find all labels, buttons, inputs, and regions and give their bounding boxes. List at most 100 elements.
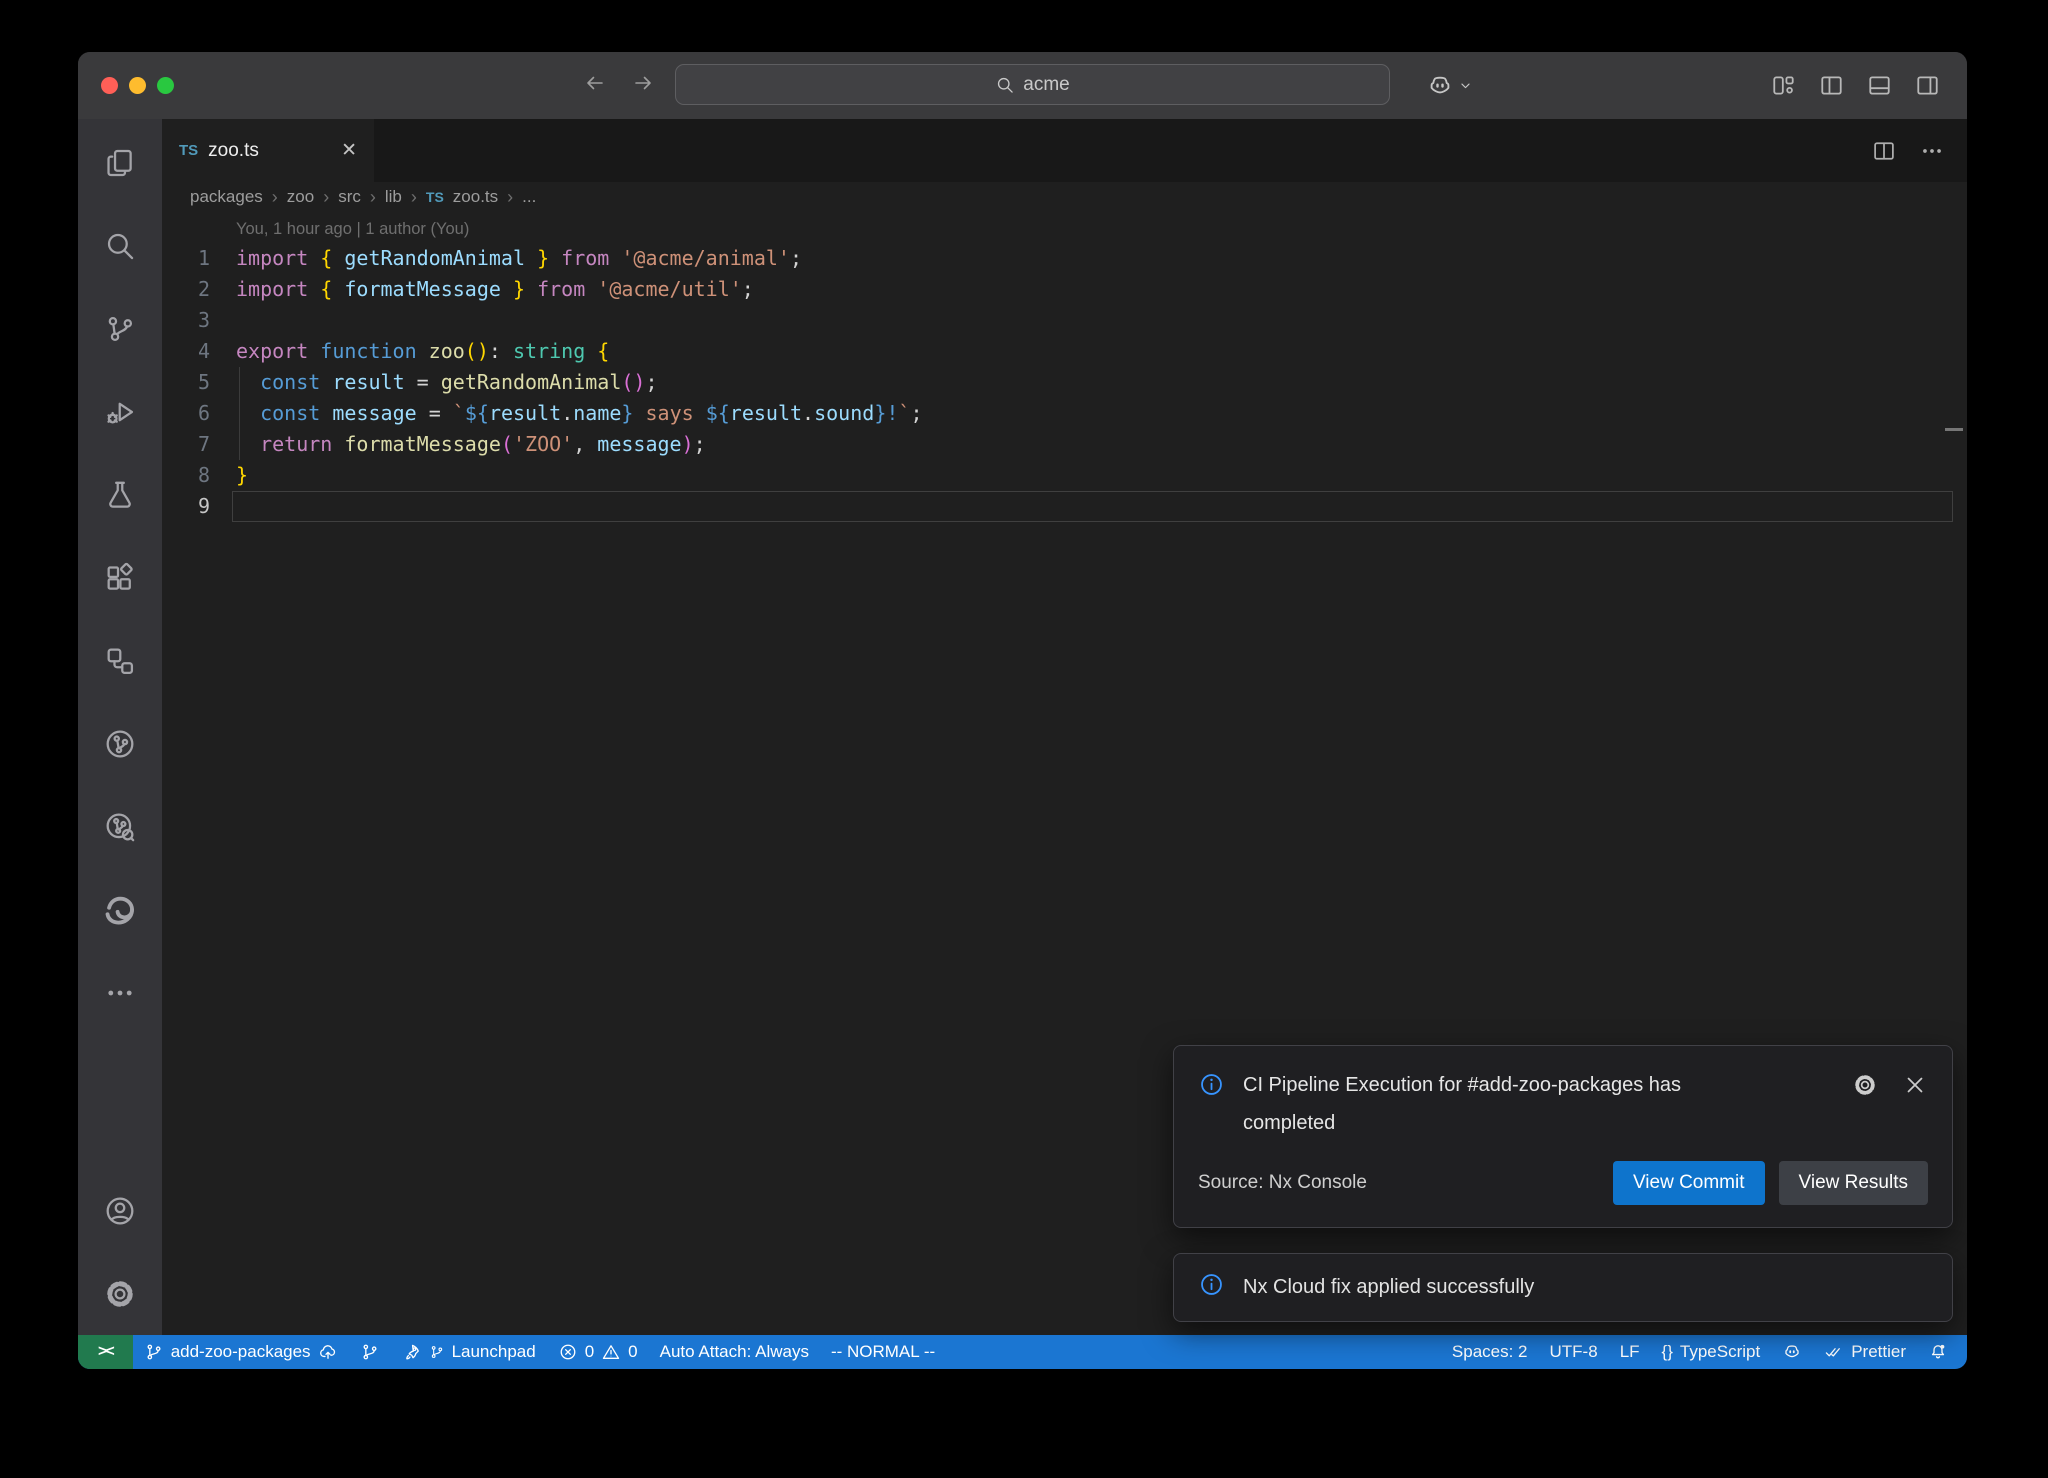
gitlens-blame[interactable]: You, 1 hour ago | 1 author (You)	[236, 220, 469, 238]
line-number: 2	[162, 274, 236, 305]
notification-settings-button[interactable]	[1852, 1072, 1878, 1098]
breadcrumb-item[interactable]: lib	[385, 187, 402, 207]
toggle-primary-sidebar-button[interactable]	[1818, 72, 1845, 99]
line-content	[236, 305, 1967, 336]
status-label: Auto Attach: Always	[660, 1342, 809, 1362]
status-problems[interactable]: 00	[547, 1335, 649, 1369]
git-branch-small-icon	[429, 1344, 445, 1360]
breadcrumb-item[interactable]: zoo	[287, 187, 314, 207]
breadcrumb-item[interactable]: src	[338, 187, 361, 207]
git-circle-icon	[103, 727, 137, 761]
notification-message: CI Pipeline Execution for #add-zoo-packa…	[1243, 1066, 1721, 1142]
status-label: Prettier	[1851, 1342, 1906, 1362]
notification-center: CI Pipeline Execution for #add-zoo-packa…	[1173, 1045, 1953, 1322]
code-line-3: 3	[162, 305, 1967, 336]
notification-source: Source: Nx Console	[1198, 1172, 1367, 1194]
activity-item-gitlens-inspect[interactable]	[78, 785, 162, 868]
view-commit-button[interactable]: View Commit	[1613, 1161, 1765, 1205]
customize-layout-button[interactable]	[1770, 72, 1797, 99]
status-encoding[interactable]: UTF-8	[1539, 1335, 1609, 1369]
info-icon	[1198, 1271, 1225, 1298]
notification-header: CI Pipeline Execution for #add-zoo-packa…	[1198, 1066, 1928, 1142]
breadcrumb-overflow[interactable]: ...	[522, 187, 536, 207]
notification-message: Nx Cloud fix applied successfully	[1243, 1276, 1534, 1299]
git-circle-search-icon	[103, 810, 137, 844]
source-control-icon	[103, 312, 137, 346]
activity-item-explorer[interactable]	[78, 121, 162, 204]
status-label: UTF-8	[1550, 1342, 1598, 1362]
status-copilot[interactable]	[1771, 1335, 1813, 1369]
activity-item-edge-devtools[interactable]	[78, 868, 162, 951]
tab-zoo-ts[interactable]: TS zoo.ts ✕	[162, 119, 374, 182]
copilot-menu[interactable]	[1426, 52, 1474, 119]
status-gitlens-branch[interactable]	[349, 1335, 391, 1369]
status-git-branch[interactable]: add-zoo-packages	[133, 1335, 349, 1369]
activity-item-settings[interactable]	[78, 1252, 162, 1335]
line-content: export function zoo(): string {	[236, 336, 1967, 367]
activity-item-search[interactable]	[78, 204, 162, 287]
command-center-search[interactable]: acme	[675, 64, 1390, 105]
toggle-primary-sidebar-icon	[1818, 72, 1845, 99]
code-line-8: 8}	[162, 460, 1967, 491]
ellipsis-icon	[103, 976, 137, 1010]
activity-item-git-graph[interactable]	[78, 702, 162, 785]
status-label: ><	[98, 1343, 113, 1361]
split-editor-button[interactable]	[1871, 138, 1897, 164]
more-actions-button[interactable]	[1919, 138, 1945, 164]
toggle-secondary-sidebar-icon	[1914, 72, 1941, 99]
chevron-down-icon[interactable]	[1457, 77, 1474, 94]
activity-item-extensions[interactable]	[78, 536, 162, 619]
activity-item-remote-explorer[interactable]	[78, 619, 162, 702]
navigate-forward-button[interactable]	[631, 71, 655, 100]
breadcrumb-separator: ›	[370, 187, 376, 208]
status-remote-indicator[interactable]: ><	[78, 1335, 133, 1369]
line-number: 9	[162, 491, 236, 522]
window-close-button[interactable]	[101, 77, 118, 94]
window-minimize-button[interactable]	[129, 77, 146, 94]
breadcrumb-item[interactable]: packages	[190, 187, 263, 207]
info-icon	[1198, 1071, 1225, 1098]
navigate-back-button[interactable]	[583, 71, 607, 100]
activity-bar-bottom	[78, 1169, 162, 1335]
copilot-icon[interactable]	[1426, 72, 1454, 100]
debug-icon	[103, 395, 137, 429]
toggle-panel-icon	[1866, 72, 1893, 99]
activity-item-testing[interactable]	[78, 453, 162, 536]
status-auto-attach[interactable]: Auto Attach: Always	[649, 1335, 820, 1369]
notification-close-button[interactable]	[1902, 1072, 1928, 1098]
activity-item-run-and-debug[interactable]	[78, 370, 162, 453]
status-notifications-bell[interactable]	[1917, 1335, 1959, 1369]
customize-layout-icon	[1770, 72, 1797, 99]
close-tab-icon[interactable]: ✕	[341, 139, 357, 162]
toggle-secondary-sidebar-button[interactable]	[1914, 72, 1941, 99]
status-launchpad[interactable]: Launchpad	[391, 1335, 547, 1369]
activity-item-additional-views[interactable]	[78, 951, 162, 1034]
status-indentation[interactable]: Spaces: 2	[1441, 1335, 1539, 1369]
status-formatter[interactable]: Prettier	[1813, 1335, 1917, 1369]
line-number	[162, 212, 236, 243]
status-language[interactable]: {}TypeScript	[1651, 1335, 1772, 1369]
breadcrumb-separator: ›	[507, 187, 513, 208]
boxes-icon	[103, 644, 137, 678]
status-label: TypeScript	[1680, 1342, 1760, 1362]
title-bar: acme	[78, 52, 1967, 119]
line-content: import { getRandomAnimal } from '@acme/a…	[236, 243, 1967, 274]
breadcrumb-file[interactable]: zoo.ts	[453, 187, 498, 207]
status-bar: >< add-zoo-packages Launchpad 00 Auto Attach…	[78, 1335, 1967, 1369]
activity-item-accounts[interactable]	[78, 1169, 162, 1252]
arrow-left-icon	[583, 71, 607, 95]
status-label: Launchpad	[452, 1342, 536, 1362]
status-vim-mode[interactable]: -- NORMAL --	[820, 1335, 946, 1369]
activity-item-source-control[interactable]	[78, 287, 162, 370]
toggle-panel-button[interactable]	[1866, 72, 1893, 99]
view-results-button[interactable]: View Results	[1779, 1161, 1928, 1205]
status-label: LF	[1620, 1342, 1640, 1362]
tab-label: zoo.ts	[208, 140, 259, 162]
double-check-icon	[1824, 1342, 1844, 1362]
window-zoom-button[interactable]	[157, 77, 174, 94]
search-value: acme	[1023, 74, 1069, 96]
typescript-file-icon: TS	[426, 189, 444, 205]
status-eol[interactable]: LF	[1609, 1335, 1651, 1369]
typescript-file-icon: TS	[179, 142, 198, 159]
code-line-9: 9	[162, 491, 1967, 522]
